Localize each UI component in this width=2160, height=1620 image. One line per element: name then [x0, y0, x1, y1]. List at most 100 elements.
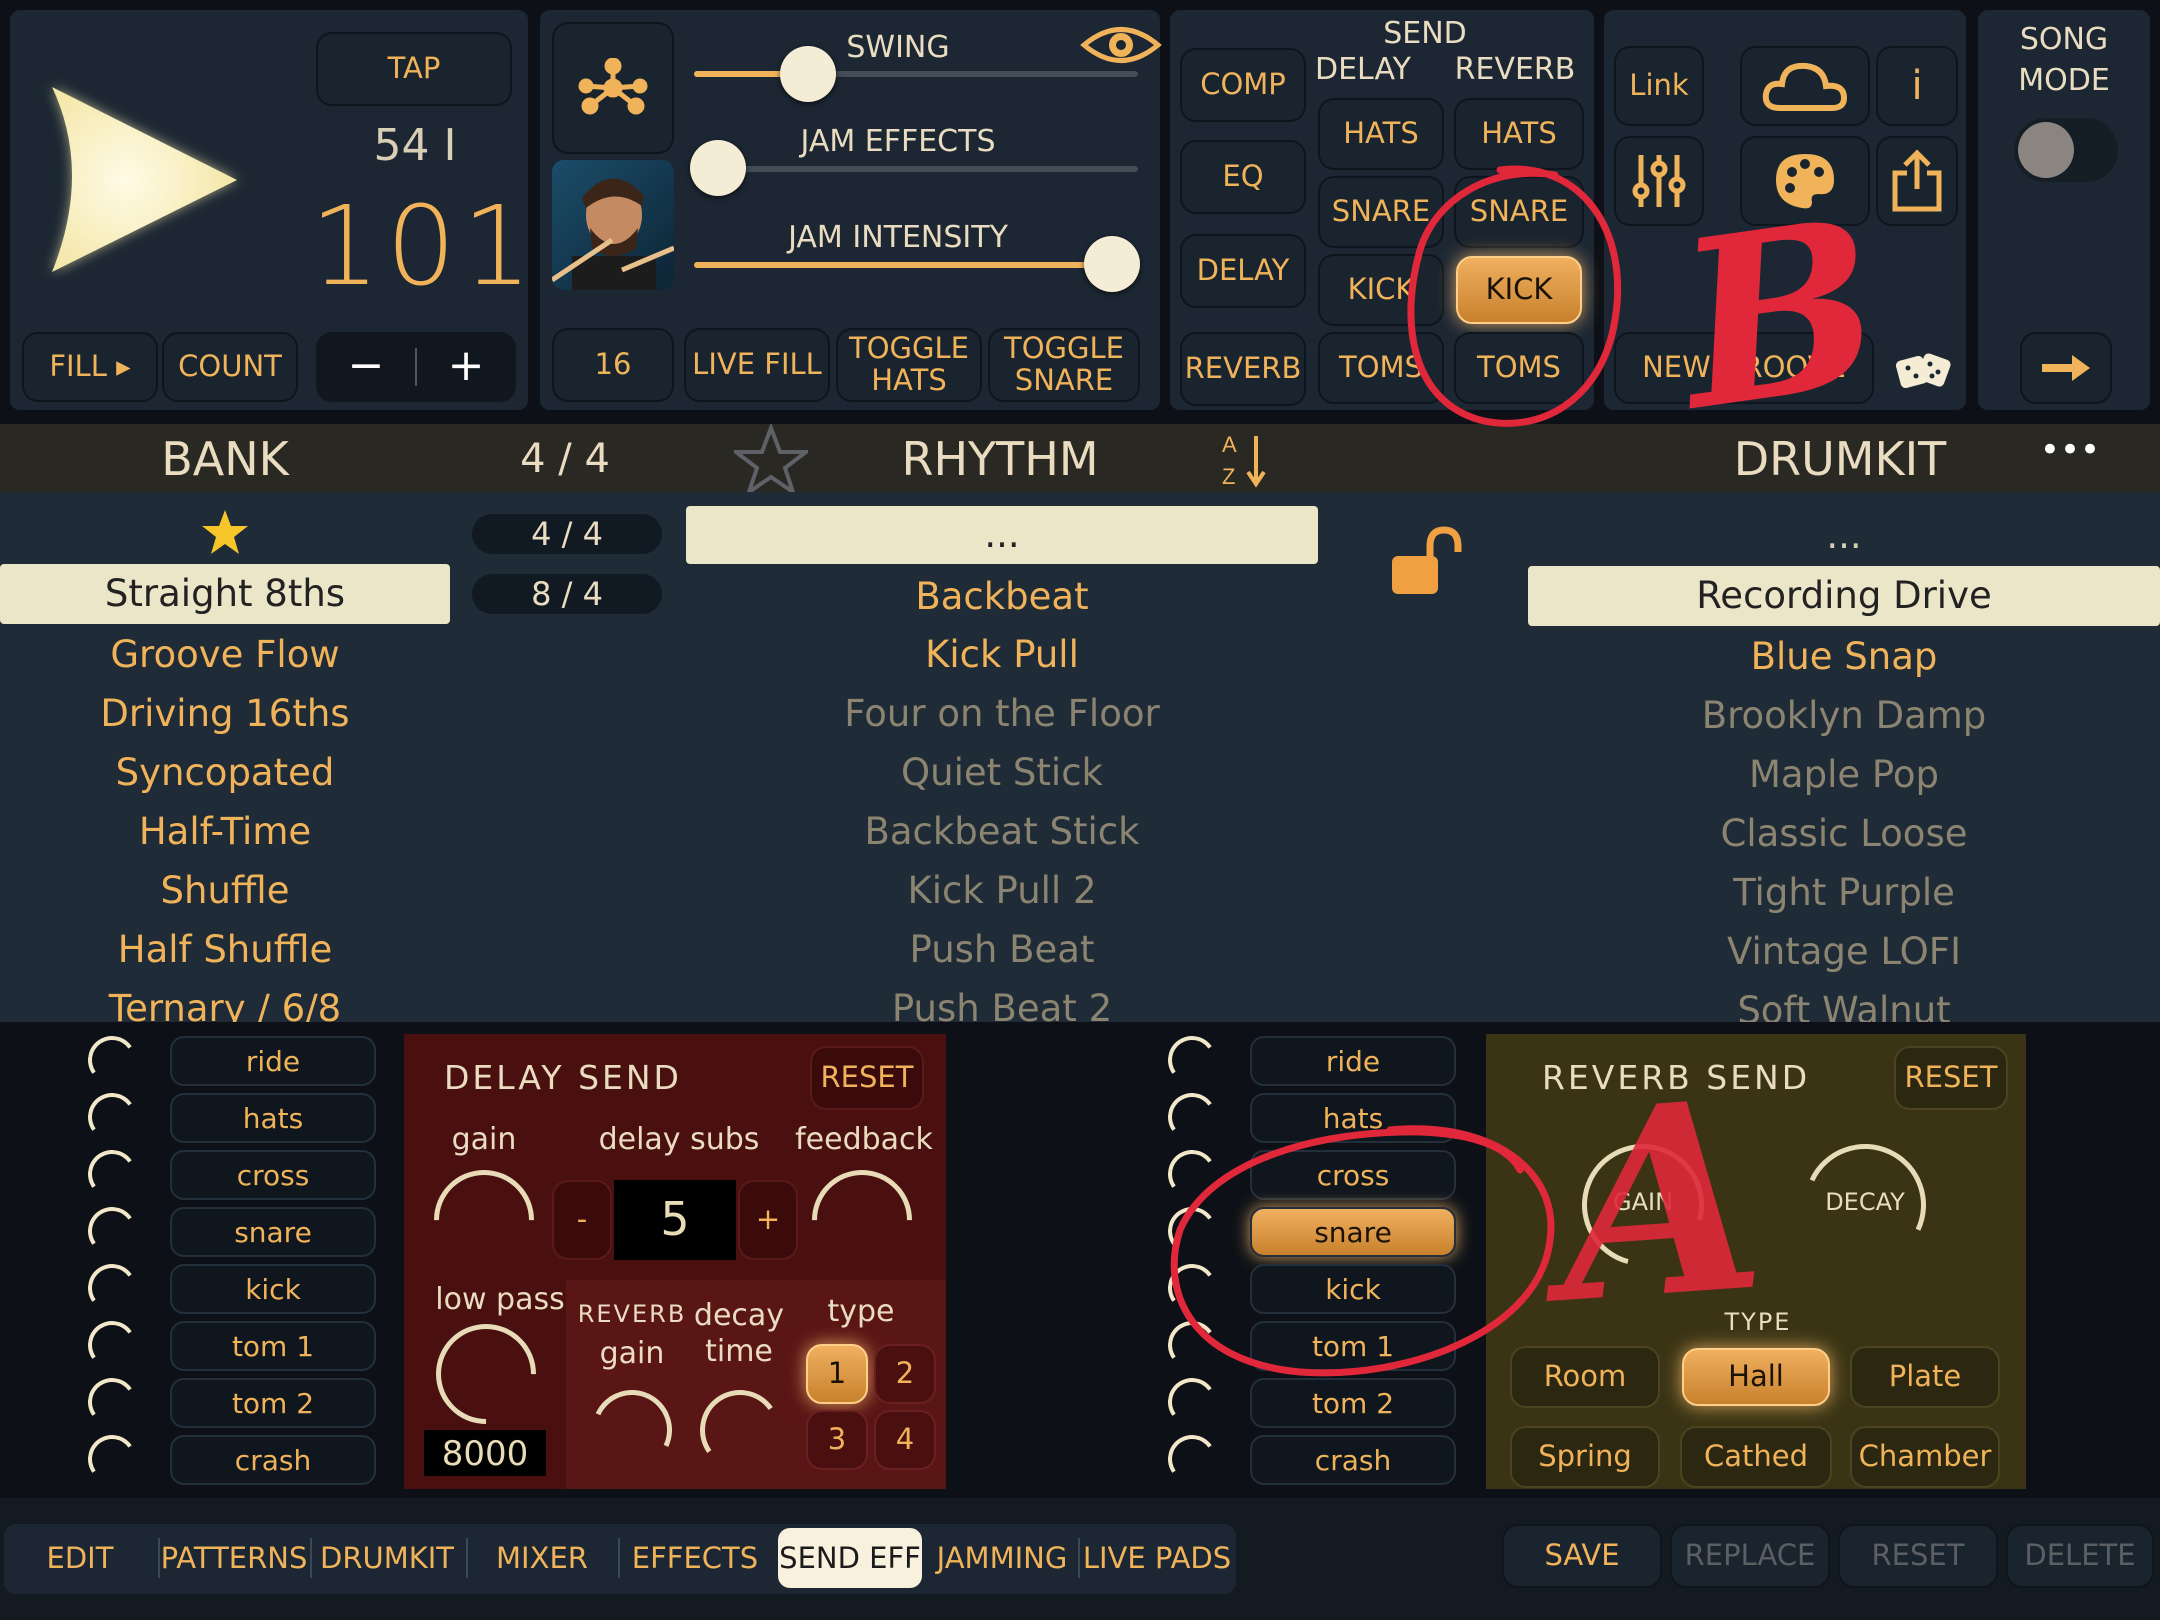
- song-mode-toggle[interactable]: [2014, 118, 2118, 182]
- delay-channel-tom1[interactable]: tom 1: [170, 1321, 376, 1371]
- rhythm-item[interactable]: Kick Pull 2: [686, 862, 1318, 920]
- reverb-channel-hats[interactable]: hats: [1250, 1093, 1456, 1143]
- replace-button[interactable]: REPLACE: [1670, 1524, 1830, 1588]
- send-level-knob[interactable]: [84, 1260, 140, 1316]
- eye-icon[interactable]: [1080, 20, 1162, 70]
- send-level-knob[interactable]: [84, 1374, 140, 1430]
- rhythm-item[interactable]: Backbeat Stick: [686, 803, 1318, 861]
- reverb-channel-tom2[interactable]: tom 2: [1250, 1378, 1456, 1428]
- bank-item[interactable]: Driving 16ths: [0, 685, 450, 743]
- dice-icon[interactable]: [1894, 346, 1954, 396]
- drummer-avatar[interactable]: [552, 160, 674, 290]
- send-level-knob[interactable]: [84, 1089, 140, 1145]
- reverb-channel-crash[interactable]: crash: [1250, 1435, 1456, 1485]
- link-button[interactable]: Link: [1614, 46, 1704, 126]
- delay-channel-kick[interactable]: kick: [170, 1264, 376, 1314]
- bank-item[interactable]: Shuffle: [0, 862, 450, 920]
- live-fill-button[interactable]: LIVE FILL: [684, 328, 830, 402]
- delay-channel-snare[interactable]: snare: [170, 1207, 376, 1257]
- reverb-level-knob[interactable]: [1164, 1317, 1220, 1373]
- delay-channel-ride[interactable]: ride: [170, 1036, 376, 1086]
- tab-effects[interactable]: EFFECTS: [622, 1530, 768, 1586]
- reverb-level-knob[interactable]: [1164, 1032, 1220, 1088]
- reverb-reset-button[interactable]: RESET: [1894, 1046, 2008, 1110]
- jam-effects-slider-track[interactable]: [694, 166, 1138, 172]
- tap-button[interactable]: TAP: [316, 32, 512, 106]
- tempo-plus-button[interactable]: +: [416, 340, 516, 391]
- rhythm-item-selected[interactable]: ...: [686, 506, 1318, 564]
- delay-channel-hats[interactable]: hats: [170, 1093, 376, 1143]
- send-delay-kick[interactable]: KICK: [1318, 254, 1444, 326]
- drumkit-item[interactable]: Vintage LOFI: [1528, 923, 2160, 981]
- swing-slider-handle[interactable]: [780, 46, 836, 102]
- delay-reverb-gain-knob[interactable]: [580, 1378, 684, 1482]
- reverb-channel-ride[interactable]: ride: [1250, 1036, 1456, 1086]
- fill-button[interactable]: FILL ▸: [22, 332, 158, 402]
- next-arrow-button[interactable]: [2020, 332, 2112, 404]
- network-button[interactable]: [552, 22, 674, 154]
- drumkit-item[interactable]: Tight Purple: [1528, 864, 2160, 922]
- bank-item[interactable]: Half-Time: [0, 803, 450, 861]
- rhythm-item[interactable]: Kick Pull: [686, 626, 1318, 684]
- bank-item[interactable]: Ternary / 6/8: [0, 980, 450, 1022]
- sort-az-icon[interactable]: AZ: [1220, 430, 1270, 488]
- drumkit-item[interactable]: Maple Pop: [1528, 746, 2160, 804]
- bank-item-selected[interactable]: Straight 8ths: [0, 564, 450, 624]
- toggle-snare-button[interactable]: TOGGLE SNARE: [988, 328, 1140, 402]
- tab-jamming[interactable]: JAMMING: [930, 1530, 1074, 1586]
- bank-item[interactable]: Half Shuffle: [0, 921, 450, 979]
- reverb-type-cathedral[interactable]: Cathed: [1680, 1426, 1832, 1488]
- send-level-knob[interactable]: [84, 1146, 140, 1202]
- reverb-channel-tom1[interactable]: tom 1: [1250, 1321, 1456, 1371]
- jam-effects-slider-handle[interactable]: [690, 140, 746, 196]
- send-level-knob[interactable]: [84, 1317, 140, 1373]
- feedback-knob[interactable]: [791, 1149, 933, 1291]
- reverb-level-knob[interactable]: [1164, 1431, 1220, 1487]
- reset-button[interactable]: RESET: [1838, 1524, 1998, 1588]
- jam-intensity-slider-handle[interactable]: [1084, 236, 1140, 292]
- drumkit-item[interactable]: ...: [1528, 508, 2160, 564]
- reverb-button[interactable]: REVERB: [1180, 332, 1306, 406]
- send-delay-snare[interactable]: SNARE: [1318, 176, 1444, 248]
- send-level-knob[interactable]: [84, 1431, 140, 1487]
- rhythm-item[interactable]: Push Beat: [686, 921, 1318, 979]
- reverb-type-hall[interactable]: Hall: [1682, 1348, 1830, 1406]
- comp-button[interactable]: COMP: [1180, 48, 1306, 122]
- delay-type-1[interactable]: 1: [806, 1344, 868, 1404]
- info-button[interactable]: i: [1876, 46, 1958, 126]
- drumkit-item-selected[interactable]: Recording Drive: [1528, 566, 2160, 626]
- unlock-icon[interactable]: [1386, 526, 1462, 598]
- drumkit-item[interactable]: Brooklyn Damp: [1528, 687, 2160, 745]
- count-button[interactable]: COUNT: [162, 332, 298, 402]
- delay-reset-button[interactable]: RESET: [810, 1046, 924, 1110]
- delay-subs-minus[interactable]: -: [552, 1180, 612, 1260]
- delay-channel-crash[interactable]: crash: [170, 1435, 376, 1485]
- tab-edit[interactable]: EDIT: [10, 1530, 150, 1586]
- play-icon[interactable]: [32, 72, 252, 292]
- tab-mixer[interactable]: MIXER: [470, 1530, 614, 1586]
- decay-time-knob[interactable]: [693, 1383, 787, 1477]
- delay-type-2[interactable]: 2: [874, 1344, 936, 1404]
- save-button[interactable]: SAVE: [1502, 1524, 1662, 1588]
- delay-button[interactable]: DELAY: [1180, 234, 1306, 308]
- rhythm-item[interactable]: Quiet Stick: [686, 744, 1318, 802]
- tempo-minus-button[interactable]: −: [316, 340, 416, 391]
- jam-intensity-slider-fill[interactable]: [694, 262, 1138, 268]
- send-reverb-toms[interactable]: TOMS: [1454, 332, 1584, 404]
- reverb-type-plate[interactable]: Plate: [1850, 1346, 2000, 1408]
- favorite-star-icon[interactable]: [200, 508, 250, 556]
- delay-subs-plus[interactable]: +: [738, 1180, 798, 1260]
- reverb-level-knob[interactable]: [1164, 1146, 1220, 1202]
- delay-channel-cross[interactable]: cross: [170, 1150, 376, 1200]
- steps-button[interactable]: 16: [552, 328, 674, 402]
- delay-type-3[interactable]: 3: [806, 1410, 868, 1470]
- reverb-type-chamber[interactable]: Chamber: [1850, 1426, 2000, 1488]
- drumkit-item[interactable]: Blue Snap: [1528, 628, 2160, 686]
- reverb-channel-kick[interactable]: kick: [1250, 1264, 1456, 1314]
- low-pass-knob[interactable]: [415, 1303, 557, 1445]
- send-delay-toms[interactable]: TOMS: [1318, 332, 1444, 404]
- star-outline-icon[interactable]: [734, 424, 808, 494]
- rhythm-item[interactable]: Backbeat: [686, 568, 1318, 626]
- rhythm-item[interactable]: Four on the Floor: [686, 685, 1318, 743]
- send-reverb-kick[interactable]: KICK: [1456, 256, 1582, 324]
